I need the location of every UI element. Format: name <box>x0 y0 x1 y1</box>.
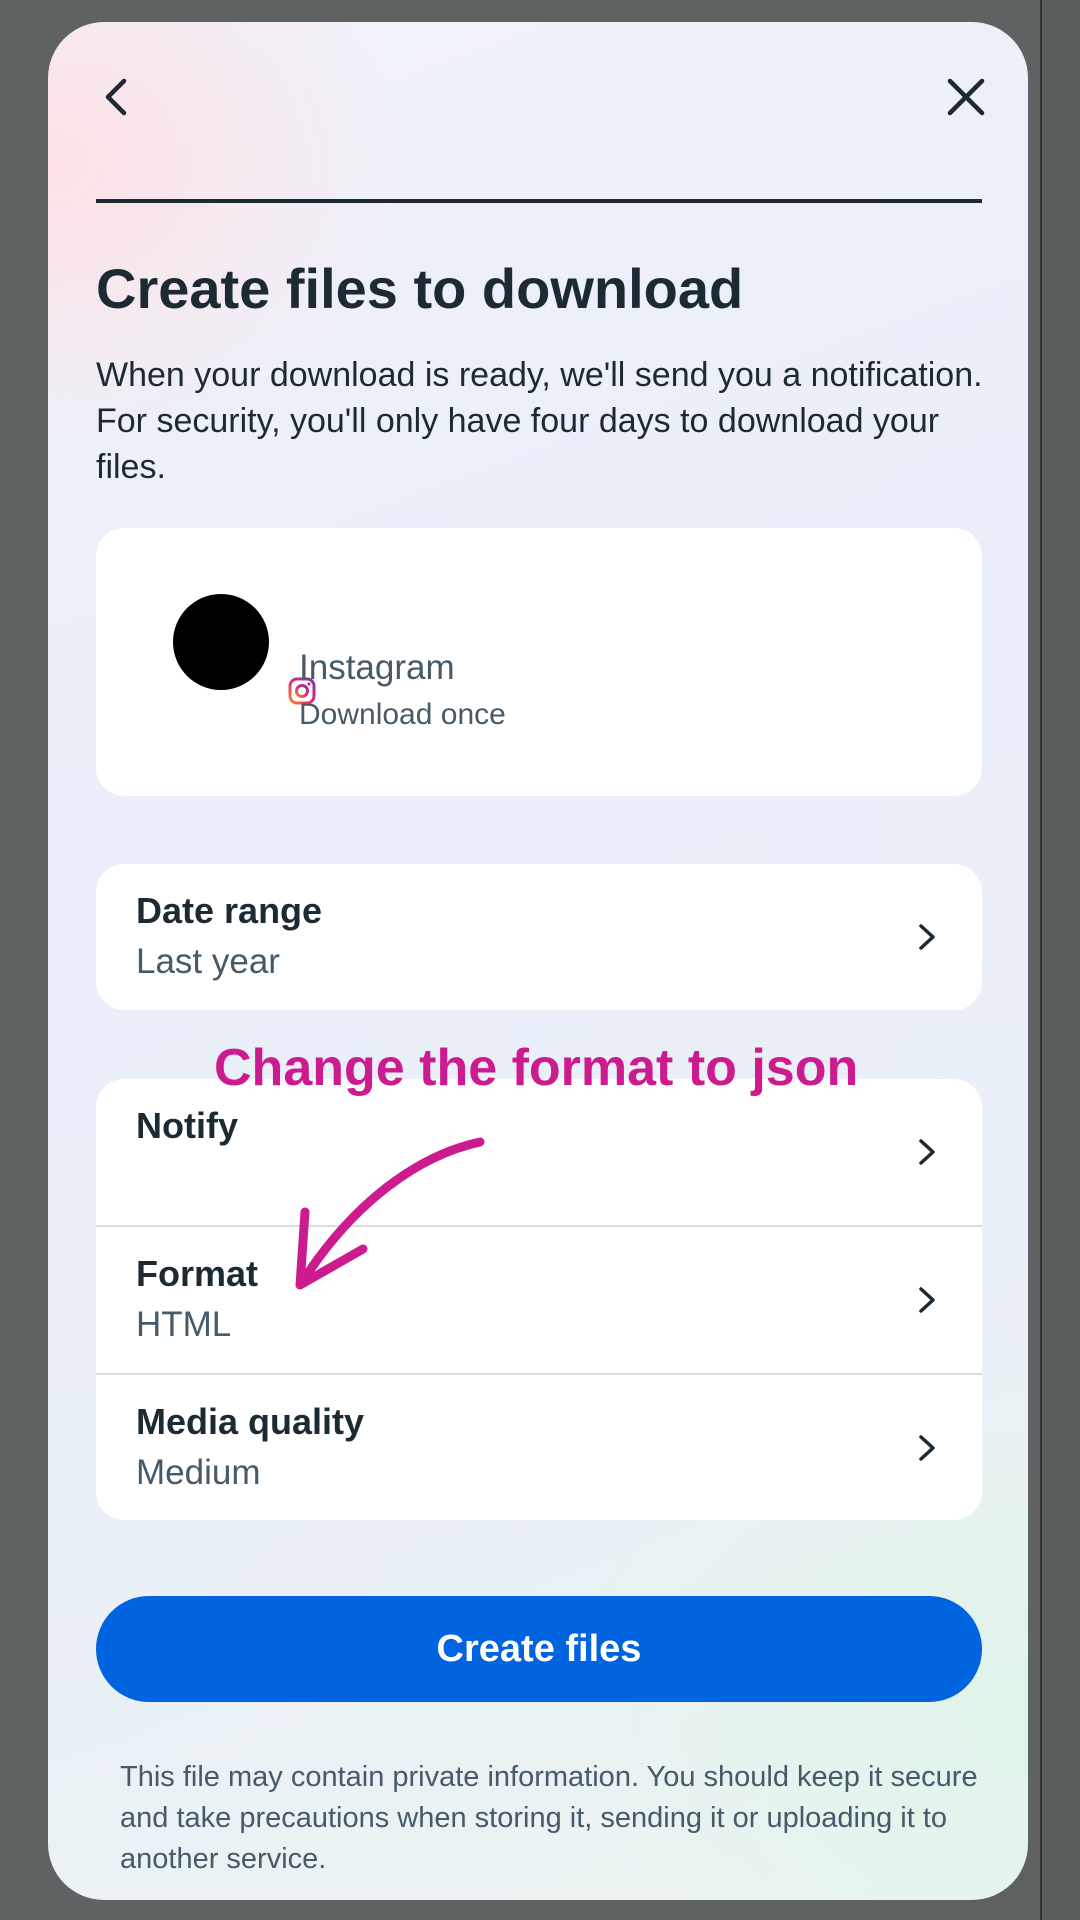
date-range-row[interactable]: Date range Last year <box>96 864 982 1010</box>
create-files-button[interactable]: Create files <box>96 1596 982 1702</box>
progress-bar <box>96 199 982 203</box>
date-range-label: Date range <box>136 890 323 931</box>
media-quality-value: Medium <box>136 1453 261 1492</box>
chevron-right-icon <box>904 1277 950 1323</box>
settings-card: Notify Format HTML Media quality Medium <box>96 1079 982 1520</box>
format-row[interactable]: Format HTML <box>96 1227 982 1373</box>
privacy-note: This file may contain private informatio… <box>120 1761 978 1875</box>
account-card: Instagram Download once <box>96 528 982 796</box>
account-app-name: Instagram <box>299 648 455 687</box>
background-edge <box>1040 0 1080 1920</box>
chevron-right-icon <box>904 914 950 960</box>
close-icon[interactable] <box>936 67 996 127</box>
chevron-right-icon <box>904 1129 950 1175</box>
notify-row[interactable]: Notify <box>96 1079 982 1225</box>
annotation-text: Change the format to json <box>214 1039 859 1097</box>
download-sheet: Create files to download When your downl… <box>48 22 1028 1900</box>
format-value: HTML <box>136 1305 232 1344</box>
date-range-value: Last year <box>136 942 280 981</box>
chevron-right-icon <box>904 1425 950 1471</box>
date-range-card: Date range Last year <box>96 864 982 1010</box>
page-title: Create files to download <box>96 257 744 320</box>
notify-label: Notify <box>136 1105 238 1146</box>
media-quality-label: Media quality <box>136 1401 365 1442</box>
account-frequency: Download once <box>299 698 506 731</box>
avatar <box>173 594 269 690</box>
page-description: When your download is ready, we'll send … <box>96 356 983 486</box>
media-quality-row[interactable]: Media quality Medium <box>96 1375 982 1521</box>
chevron-left-icon[interactable] <box>88 67 148 127</box>
format-label: Format <box>136 1253 259 1294</box>
